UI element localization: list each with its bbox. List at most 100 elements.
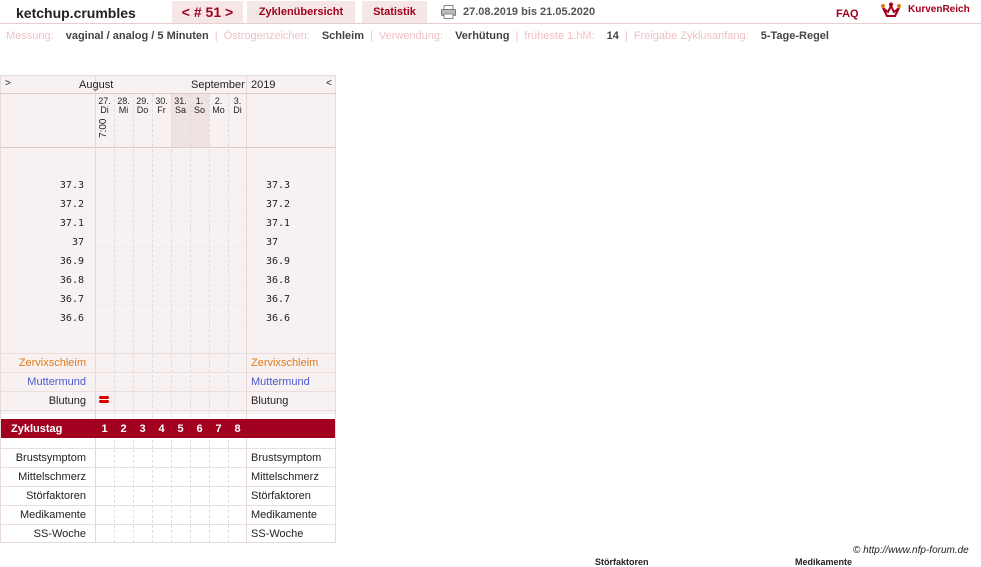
symptom-row-label-right[interactable]: Brustsymptom xyxy=(251,452,321,464)
cycle-info-row: Messung: vaginal / analog / 5 Minuten | Öst… xyxy=(6,30,829,42)
tab-statistics[interactable]: Statistik xyxy=(362,1,427,23)
day-weekday: Di xyxy=(100,105,109,115)
temp-label: 37 xyxy=(71,237,84,248)
symptom-row-label[interactable]: Medikamente xyxy=(0,509,86,521)
cycle-day-number[interactable]: 3 xyxy=(133,423,152,435)
day-weekday: Do xyxy=(136,105,149,115)
temp-gridline xyxy=(95,266,246,267)
day-weekday: So xyxy=(193,105,205,115)
day-gridline xyxy=(190,94,191,543)
symptom-row-label[interactable]: SS-Woche xyxy=(0,528,86,540)
temp-label-right: 36.7 xyxy=(266,294,291,305)
day-weekday: Fr xyxy=(157,105,166,115)
symptom-row-label[interactable]: Störfaktoren xyxy=(0,490,86,502)
row-divider xyxy=(1,391,335,392)
row-divider xyxy=(1,524,335,525)
printer-icon[interactable] xyxy=(441,5,456,19)
info-value: Verhütung xyxy=(455,30,510,42)
observation-row-label-right[interactable]: Muttermund xyxy=(251,376,310,388)
month-label: September xyxy=(191,79,245,91)
symptom-row-label-right[interactable]: Medikamente xyxy=(251,509,317,521)
day-weekday: Mi xyxy=(118,105,129,115)
cycle-day-number[interactable]: 2 xyxy=(114,423,133,435)
observation-row-label[interactable]: Zervixschleim xyxy=(0,357,86,369)
cycle-day-number[interactable]: 8 xyxy=(228,423,247,435)
username: ketchup.crumbles xyxy=(16,5,136,21)
temp-gridline xyxy=(95,228,246,229)
bleeding-marker-icon xyxy=(99,396,109,399)
temp-label: 36.6 xyxy=(59,313,84,324)
info-label: früheste 1.hM: xyxy=(524,30,595,42)
temp-label-right: 37.2 xyxy=(266,199,291,210)
header-divider xyxy=(0,23,981,24)
chart-separator xyxy=(246,76,247,543)
temp-gridline xyxy=(95,247,246,248)
day-gridline xyxy=(114,94,115,543)
temp-label-right: 36.8 xyxy=(266,275,291,286)
temp-gridline xyxy=(95,323,246,324)
nav-next-button[interactable]: < xyxy=(326,78,332,89)
symptom-row-label-right[interactable]: SS-Woche xyxy=(251,528,303,540)
cycle-nav-tab[interactable]: < # 51 > xyxy=(172,1,243,23)
info-label: Freigabe Zyklusanfang: xyxy=(633,30,749,42)
info-label: Verwendung: xyxy=(378,30,444,42)
tab-cycle-overview[interactable]: Zyklenübersicht xyxy=(247,1,355,23)
month-label: August xyxy=(79,79,114,91)
day-gridline xyxy=(228,94,229,543)
crown-logo-icon[interactable] xyxy=(881,2,901,20)
footer-heading: Störfaktoren xyxy=(595,557,649,567)
bleeding-marker-icon xyxy=(99,400,109,403)
cycle-day-label: Zyklustag xyxy=(11,423,63,435)
temp-label: 36.7 xyxy=(59,294,84,305)
observation-row-label[interactable]: Muttermund xyxy=(0,376,86,388)
cycle-day-number[interactable]: 6 xyxy=(190,423,209,435)
row-divider xyxy=(1,467,335,468)
header-divider-line xyxy=(1,147,335,148)
info-value: 14 xyxy=(606,30,619,42)
day-weekday: Sa xyxy=(174,105,186,115)
cycle-day-number[interactable]: 4 xyxy=(152,423,171,435)
faq-link[interactable]: FAQ xyxy=(836,8,859,20)
row-divider xyxy=(1,486,335,487)
observation-row-label[interactable]: Blutung xyxy=(0,395,86,407)
row-divider xyxy=(1,410,335,411)
row-divider xyxy=(1,353,335,354)
observation-row-label-right[interactable]: Zervixschleim xyxy=(251,357,318,369)
cycle-day-number[interactable]: 5 xyxy=(171,423,190,435)
brand-link[interactable]: KurvenReich xyxy=(908,4,970,15)
nav-prev-button[interactable]: > xyxy=(5,78,11,89)
day-gridline xyxy=(209,94,210,543)
temp-label-right: 37 xyxy=(266,237,279,248)
day-gridline xyxy=(133,94,134,543)
observation-row-label-right[interactable]: Blutung xyxy=(251,395,288,407)
temp-label: 37.1 xyxy=(59,218,84,229)
day-gridline xyxy=(171,94,172,543)
symptom-row-label[interactable]: Brustsymptom xyxy=(0,452,86,464)
row-divider xyxy=(1,448,335,449)
chart-separator xyxy=(95,76,96,543)
temp-gridline xyxy=(95,190,246,191)
info-value: vaginal / analog / 5 Minuten xyxy=(65,30,209,42)
cycle-day-number[interactable]: 7 xyxy=(209,423,228,435)
temp-label-right: 37.1 xyxy=(266,218,291,229)
symptom-row-label-right[interactable]: Mittelschmerz xyxy=(251,471,319,483)
info-value: 5-Tage-Regel xyxy=(760,30,829,42)
temp-label-right: 37.3 xyxy=(266,180,291,191)
cycle-day-number[interactable]: 1 xyxy=(95,423,114,435)
date-range: 27.08.2019 bis 21.05.2020 xyxy=(463,6,596,18)
footer-heading: Medikamente xyxy=(795,557,853,567)
row-divider xyxy=(1,505,335,506)
measure-time: 7:00 xyxy=(98,118,109,138)
temp-gridline xyxy=(95,304,246,305)
symptom-row-label[interactable]: Mittelschmerz xyxy=(0,471,86,483)
temp-label: 36.9 xyxy=(59,256,84,267)
header-divider-line xyxy=(1,93,335,94)
temp-gridline xyxy=(95,209,246,210)
day-weekday: Mo xyxy=(212,105,225,115)
temp-label-right: 36.9 xyxy=(266,256,291,267)
temp-label: 36.8 xyxy=(59,275,84,286)
symptom-row-label-right[interactable]: Störfaktoren xyxy=(251,490,311,502)
temp-gridline xyxy=(95,285,246,286)
temp-label: 37.2 xyxy=(59,199,84,210)
temp-label-right: 36.6 xyxy=(266,313,291,324)
